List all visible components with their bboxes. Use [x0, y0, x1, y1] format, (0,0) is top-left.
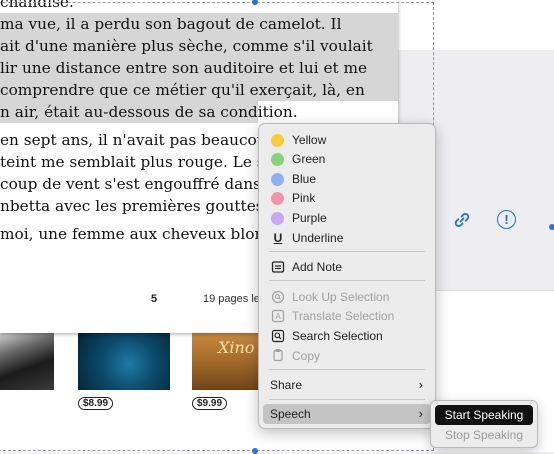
- book-line: coup de vent s'est engouffré dans l: [0, 175, 271, 193]
- menu-item-label: Add Note: [292, 260, 343, 274]
- menu-item-label: Copy: [292, 349, 321, 363]
- green-swatch-icon: [271, 153, 284, 166]
- book-cover-3-title: Xino: [218, 338, 255, 357]
- menu-item-pink[interactable]: Pink: [259, 188, 435, 208]
- book-cover-1[interactable]: [0, 332, 54, 390]
- start-speaking-item[interactable]: Start Speaking: [435, 405, 533, 425]
- magnifier-icon: [271, 290, 285, 304]
- background-top: [398, 0, 554, 50]
- menu-item-label: Green: [292, 152, 326, 166]
- menu-item-label: Blue: [292, 172, 317, 186]
- menu-item-copy[interactable]: Copy: [259, 346, 435, 366]
- resize-handle[interactable]: [549, 224, 554, 230]
- menu-item-purple[interactable]: Purple: [259, 208, 435, 228]
- highlighted-line: ait d'une manière plus sèche, comme s'il…: [0, 35, 398, 57]
- book-line: moi, une femme aux cheveux blon: [0, 225, 265, 243]
- menu-divider: [269, 369, 425, 370]
- link-icon[interactable]: [452, 210, 472, 230]
- note-icon: [271, 261, 285, 273]
- highlighted-line: lir une distance entre son auditoire et …: [0, 57, 398, 79]
- price-badge[interactable]: $8.99: [78, 397, 114, 410]
- chevron-right-icon: ›: [418, 377, 423, 392]
- page-number: 5: [151, 293, 158, 305]
- menu-item-label: Speech: [270, 407, 311, 421]
- book-cover-2[interactable]: [78, 332, 170, 390]
- price-badge[interactable]: $9.99: [192, 397, 228, 410]
- translate-icon: A: [271, 309, 285, 323]
- stop-speaking-item[interactable]: Stop Speaking: [435, 425, 533, 445]
- svg-text:A: A: [275, 312, 281, 321]
- highlighted-line: ma vue, il a perdu son bagout de camelot…: [0, 13, 398, 35]
- resize-handle[interactable]: [252, 448, 258, 454]
- menu-item-share[interactable]: Share ›: [259, 375, 435, 395]
- context-menu: Yellow Green Blue Pink Purple U Underlin…: [258, 123, 436, 429]
- speech-submenu: Start Speaking Stop Speaking: [430, 400, 538, 448]
- menu-item-look-up[interactable]: Look Up Selection: [259, 287, 435, 307]
- menu-item-add-note[interactable]: Add Note: [259, 257, 435, 277]
- menu-item-blue[interactable]: Blue: [259, 169, 435, 189]
- menu-item-label: Share: [270, 378, 303, 392]
- menu-divider: [269, 251, 425, 252]
- book-line: en sept ans, il n'avait pas beaucoup c: [0, 131, 290, 149]
- highlighted-line: comprendre que ce métier qu'il exerçait,…: [0, 79, 398, 101]
- menu-divider: [269, 280, 425, 281]
- info-icon[interactable]: !: [497, 210, 516, 229]
- menu-item-green[interactable]: Green: [259, 149, 435, 169]
- menu-item-label: Pink: [292, 191, 316, 205]
- menu-divider: [269, 399, 425, 400]
- menu-item-speech[interactable]: Speech ›: [263, 404, 431, 424]
- menu-item-translate[interactable]: A Translate Selection: [259, 306, 435, 326]
- menu-item-yellow[interactable]: Yellow: [259, 130, 435, 150]
- yellow-swatch-icon: [271, 134, 284, 147]
- menu-item-label: Purple: [292, 211, 327, 225]
- book-line: chandise.: [0, 0, 74, 11]
- copy-icon: [273, 349, 283, 362]
- menu-item-underline[interactable]: U Underline: [259, 228, 435, 248]
- pages-left-label: 19 pages le: [203, 293, 260, 305]
- menu-item-label: Search Selection: [292, 329, 383, 343]
- pink-swatch-icon: [271, 192, 284, 205]
- search-icon: [271, 329, 285, 343]
- menu-item-label: Underline: [292, 231, 344, 245]
- purple-swatch-icon: [271, 212, 284, 225]
- book-line: nbetta avec les premières gouttes de p: [0, 197, 302, 215]
- menu-item-label: Translate Selection: [292, 309, 395, 323]
- menu-item-label: Look Up Selection: [292, 290, 390, 304]
- menu-item-search[interactable]: Search Selection: [259, 326, 435, 346]
- book-line: teint me semblait plus rouge. Le soir: [0, 153, 287, 171]
- highlighted-line: n air, était au-dessous de sa condition.: [0, 101, 298, 123]
- underline-icon: U: [273, 231, 283, 245]
- blue-swatch-icon: [271, 173, 284, 186]
- chevron-right-icon: ›: [418, 406, 423, 421]
- menu-item-label: Yellow: [292, 133, 327, 147]
